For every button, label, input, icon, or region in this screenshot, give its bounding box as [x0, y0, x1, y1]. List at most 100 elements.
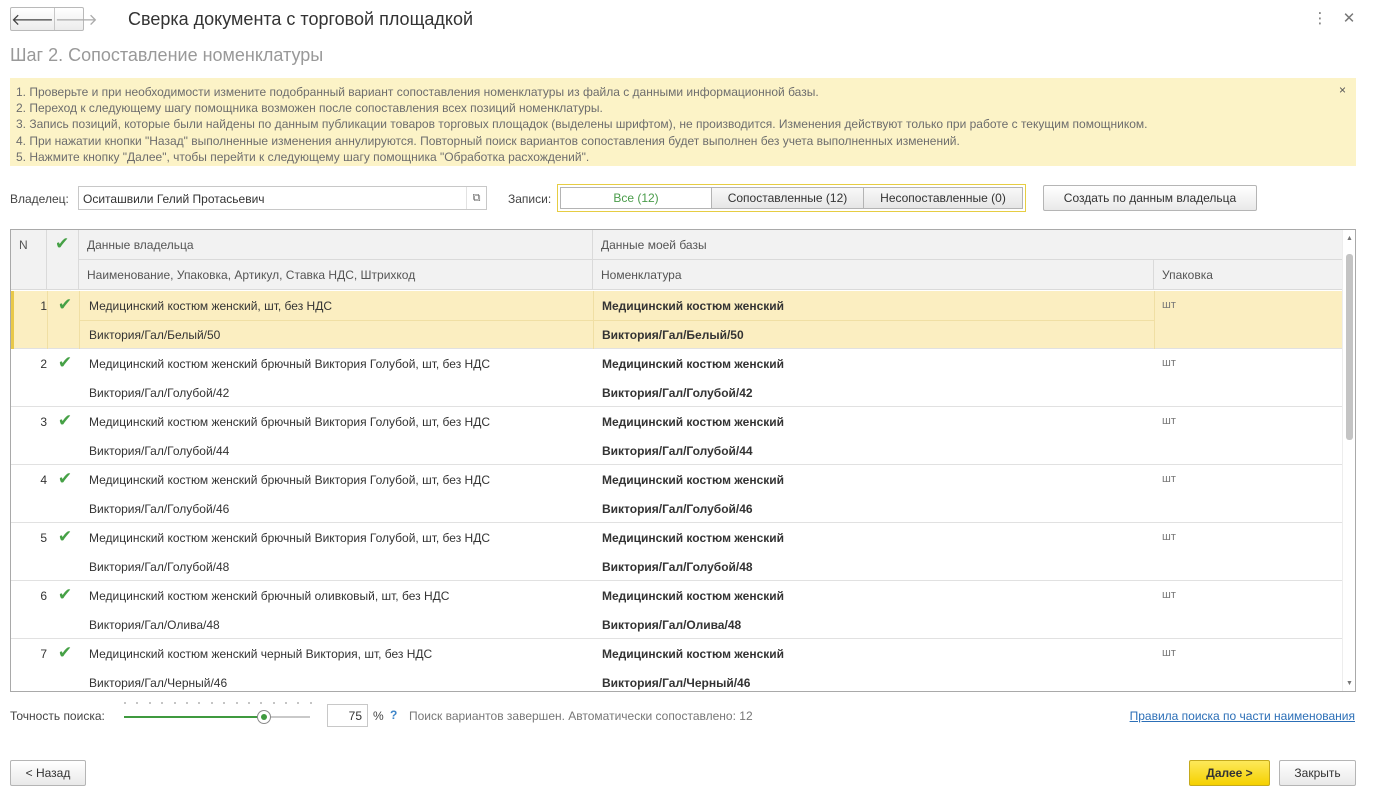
- nomenclature-characteristic: Виктория/Гал/Голубой/42: [602, 386, 753, 400]
- forward-nav-button[interactable]: 🡒: [55, 8, 98, 30]
- slider-tick: [260, 702, 263, 704]
- create-by-owner-button[interactable]: Создать по данным владельца: [1043, 185, 1257, 211]
- nomenclature-name: Медицинский костюм женский: [602, 589, 785, 603]
- slider-tick: [185, 702, 188, 704]
- accuracy-slider[interactable]: [124, 702, 312, 728]
- search-accuracy-label: Точность поиска:: [10, 709, 105, 723]
- slider-tick: [297, 702, 300, 704]
- arrow-right-icon: 🡒: [54, 11, 98, 29]
- row-number: 5: [40, 531, 47, 545]
- checkmark-icon[interactable]: ✔: [53, 411, 77, 431]
- scroll-down-icon[interactable]: ▼: [1343, 677, 1355, 689]
- owner-field[interactable]: Оситашвили Гелий Протасьевич ⧉: [78, 186, 487, 210]
- checkmark-icon[interactable]: ✔: [53, 295, 77, 315]
- navigation-buttons: 🡐 🡒: [10, 7, 98, 31]
- package-unit: шт: [1162, 589, 1176, 601]
- back-button[interactable]: < Назад: [10, 760, 86, 786]
- table-row[interactable]: 6 Медицинский костюм женский брючный олив…: [11, 581, 1342, 639]
- window-title: Сверка документа с торговой площадкой: [128, 9, 474, 29]
- more-vertical-icon[interactable]: ⋮: [1312, 10, 1328, 28]
- percent-sign: %: [373, 709, 384, 723]
- column-package[interactable]: Упаковка: [1154, 260, 1342, 290]
- row-number: 4: [40, 473, 47, 487]
- nomenclature-name: Медицинский костюм женский: [602, 473, 785, 487]
- row-number: 7: [40, 647, 47, 661]
- owner-name: Медицинский костюм женский брючный оливк…: [89, 589, 450, 603]
- records-filter: Все (12) Сопоставленные (12) Несопоставл…: [557, 184, 1026, 212]
- step-title: Шаг 2. Сопоставление номенклатуры: [10, 45, 324, 65]
- table-row[interactable]: 3 Медицинский костюм женский брючный Викт…: [11, 407, 1342, 465]
- nomenclature-name: Медицинский костюм женский: [602, 415, 785, 429]
- slider-tick: [235, 702, 238, 704]
- column-nomenclature[interactable]: Номенклатура: [593, 260, 1154, 290]
- nomenclature-characteristic: Виктория/Гал/Голубой/46: [602, 502, 753, 516]
- owner-value: Оситашвили Гелий Протасьевич: [83, 192, 265, 206]
- table-row[interactable]: 4 Медицинский костюм женский брючный Викт…: [11, 465, 1342, 523]
- package-unit: шт: [1162, 357, 1176, 369]
- info-close-icon[interactable]: ×: [1339, 83, 1346, 97]
- package-unit: шт: [1162, 473, 1176, 485]
- owner-article: Виктория/Гал/Черный/46: [89, 676, 228, 690]
- slider-tick: [223, 702, 226, 704]
- package-unit: шт: [1162, 299, 1176, 311]
- back-nav-button[interactable]: 🡐: [11, 8, 55, 30]
- slider-tick: [136, 702, 139, 704]
- slider-tick: [148, 702, 151, 704]
- filter-unmatched[interactable]: Несопоставленные (0): [864, 187, 1023, 209]
- table-scrollbar[interactable]: ▲ ▼: [1342, 230, 1355, 691]
- next-button[interactable]: Далее >: [1189, 760, 1270, 786]
- table-row[interactable]: 5 Медицинский костюм женский брючный Викт…: [11, 523, 1342, 581]
- cell-divider: [47, 291, 48, 349]
- column-owner-details[interactable]: Наименование, Упаковка, Артикул, Ставка …: [79, 260, 593, 290]
- owner-article: Виктория/Гал/Белый/50: [89, 328, 221, 342]
- owner-name: Медицинский костюм женский брючный Викто…: [89, 357, 490, 371]
- help-icon[interactable]: ?: [390, 708, 397, 722]
- scrollbar-thumb[interactable]: [1346, 254, 1353, 440]
- owner-name: Медицинский костюм женский черный Виктор…: [89, 647, 433, 661]
- owner-article: Виктория/Гал/Голубой/42: [89, 386, 230, 400]
- accuracy-input[interactable]: 75: [327, 704, 368, 727]
- checkmark-icon[interactable]: ✔: [53, 527, 77, 547]
- nomenclature-name: Медицинский костюм женский: [602, 647, 785, 661]
- records-label: Записи:: [508, 192, 552, 206]
- row-number: 3: [40, 415, 47, 429]
- checkmark-icon[interactable]: ✔: [53, 469, 77, 489]
- table-row[interactable]: 2 Медицинский костюм женский брючный Викт…: [11, 349, 1342, 407]
- package-unit: шт: [1162, 531, 1176, 543]
- close-icon[interactable]: ✕: [1341, 10, 1357, 28]
- slider-tick: [124, 702, 126, 704]
- search-rules-link[interactable]: Правила поиска по части наименования: [1130, 709, 1355, 723]
- row-number: 2: [40, 357, 47, 371]
- slider-fill: [124, 716, 264, 718]
- table-row[interactable]: 7 Медицинский костюм женский черный Викто…: [11, 639, 1342, 691]
- nomenclature-characteristic: Виктория/Гал/Белый/50: [602, 328, 744, 342]
- open-window-icon[interactable]: ⧉: [466, 187, 486, 209]
- checkmark-icon[interactable]: ✔: [53, 353, 77, 373]
- checkmark-icon[interactable]: ✔: [53, 585, 77, 605]
- info-panel: 1. Проверьте и при необходимости изменит…: [10, 78, 1356, 166]
- slider-thumb[interactable]: [257, 710, 271, 724]
- close-button[interactable]: Закрыть: [1279, 760, 1356, 786]
- nomenclature-name: Медицинский костюм женский: [602, 357, 785, 371]
- slider-tick: [198, 702, 201, 704]
- owner-article: Виктория/Гал/Голубой/46: [89, 502, 230, 516]
- column-n[interactable]: N: [11, 230, 47, 290]
- owner-name: Медицинский костюм женский брючный Викто…: [89, 531, 490, 545]
- cell-divider: [593, 291, 594, 349]
- column-check[interactable]: ✔: [47, 230, 79, 290]
- column-group-owner[interactable]: Данные владельца: [79, 230, 593, 260]
- scroll-up-icon[interactable]: ▲: [1343, 232, 1355, 244]
- nomenclature-characteristic: Виктория/Гал/Черный/46: [602, 676, 751, 690]
- slider-tick: [247, 702, 250, 704]
- column-group-base[interactable]: Данные моей базы: [593, 230, 1342, 260]
- checkmark-icon[interactable]: ✔: [53, 643, 77, 663]
- owner-article: Виктория/Гал/Голубой/48: [89, 560, 230, 574]
- info-line: 4. При нажатии кнопки "Назад" выполненны…: [16, 133, 960, 148]
- slider-tick: [210, 702, 213, 704]
- slider-ticks: [124, 702, 312, 708]
- row-number: 1: [40, 299, 47, 313]
- filter-matched[interactable]: Сопоставленные (12): [712, 187, 864, 209]
- nomenclature-characteristic: Виктория/Гал/Голубой/44: [602, 444, 753, 458]
- table-row[interactable]: 1 Медицинский костюм женский, шт, без НДС…: [11, 291, 1342, 349]
- filter-all[interactable]: Все (12): [560, 187, 712, 209]
